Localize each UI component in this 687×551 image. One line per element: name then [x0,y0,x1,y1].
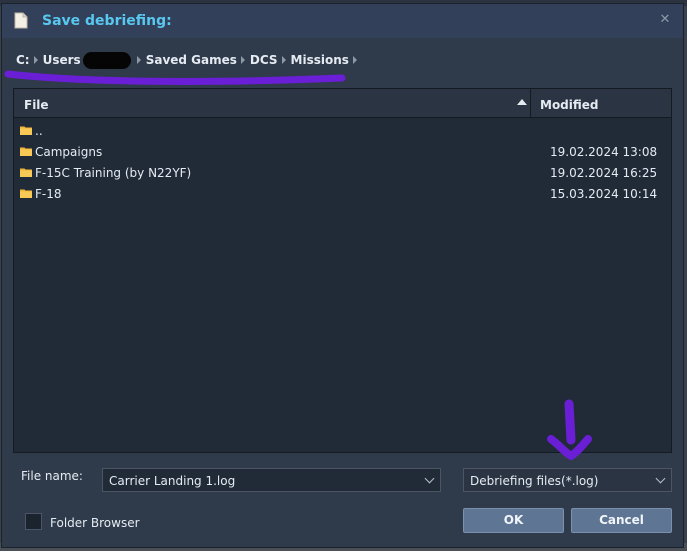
save-debriefing-dialog: Save debriefing: ✕ C: Users Saved Games … [1,3,684,548]
breadcrumb-item-dcs[interactable]: DCS [250,53,278,67]
list-item-modified: 19.02.2024 13:08 [550,145,658,159]
breadcrumb-item-users[interactable]: Users [43,53,81,67]
folder-browser-label[interactable]: Folder Browser [50,516,140,530]
close-icon[interactable]: ✕ [657,12,673,28]
breadcrumb-separator-icon [136,56,141,64]
breadcrumb-item-drive[interactable]: C: [16,53,30,67]
file-list-header: File Modified [14,89,671,118]
document-icon [14,12,28,29]
list-item-campaigns[interactable]: Campaigns 19.02.2024 13:08 [14,142,671,162]
folder-icon [20,189,32,198]
folder-browser-checkbox[interactable] [25,513,42,530]
list-item-f18[interactable]: F-18 15.03.2024 10:14 [14,184,671,204]
chevron-down-icon[interactable] [424,473,435,484]
sort-ascending-icon [517,99,527,105]
file-list[interactable]: File Modified .. Campaigns 19.02.2024 13… [13,88,672,453]
column-header-file[interactable]: File [24,98,49,112]
list-item-parent[interactable]: .. [14,121,671,141]
filetype-value: Debriefing files(*.log) [470,474,599,488]
folder-icon [20,126,32,135]
redacted-username-mark [82,51,131,69]
chevron-down-icon[interactable] [655,473,666,484]
filename-combobox[interactable]: Carrier Landing 1.log [102,468,441,492]
list-item-name: Campaigns [35,145,103,159]
breadcrumb-separator-icon [33,56,38,64]
dialog-title: Save debriefing: [42,13,172,29]
cancel-button[interactable]: Cancel [571,508,672,533]
list-item-name: F-15C Training (by N22YF) [35,166,192,180]
filetype-select[interactable]: Debriefing files(*.log) [463,468,672,492]
filename-label: File name: [21,469,83,483]
list-item-f15c-training[interactable]: F-15C Training (by N22YF) 19.02.2024 16:… [14,163,671,183]
breadcrumb: C: Users Saved Games DCS Missions [16,51,362,69]
folder-icon [20,168,32,177]
breadcrumb-separator-icon [352,56,357,64]
column-header-modified[interactable]: Modified [540,98,599,112]
breadcrumb-separator-icon [240,56,245,64]
list-item-modified: 19.02.2024 16:25 [550,166,658,180]
breadcrumb-separator-icon [281,56,286,64]
ok-button[interactable]: OK [463,508,564,533]
list-item-name: F-18 [35,187,62,201]
list-item-name: .. [35,124,43,138]
column-divider[interactable] [530,89,531,117]
title-bar[interactable]: Save debriefing: ✕ [2,4,683,38]
filename-value[interactable]: Carrier Landing 1.log [109,474,235,488]
breadcrumb-item-saved-games[interactable]: Saved Games [146,53,237,67]
breadcrumb-item-missions[interactable]: Missions [291,53,349,67]
folder-icon [20,147,32,156]
list-item-modified: 15.03.2024 10:14 [550,187,658,201]
